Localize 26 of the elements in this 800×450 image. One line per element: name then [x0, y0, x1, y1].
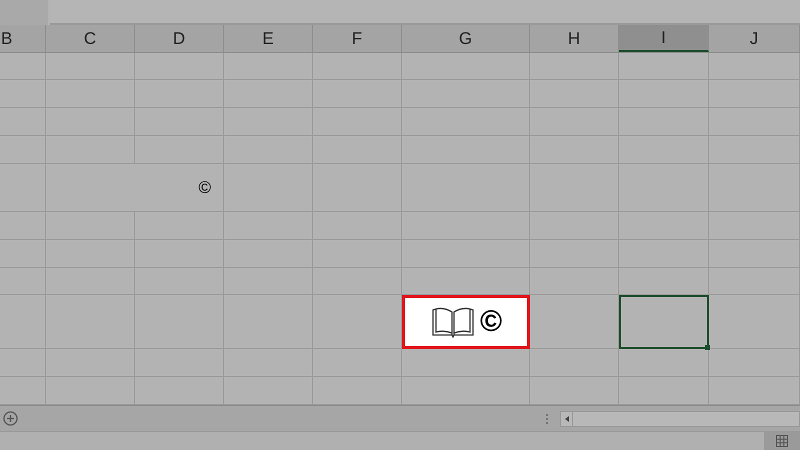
- table-cell: [0, 108, 46, 136]
- table-cell: [0, 295, 46, 349]
- column-header[interactable]: B: [0, 25, 46, 52]
- table-cell: [0, 268, 46, 295]
- normal-view-button[interactable]: [764, 432, 800, 450]
- column-header[interactable]: E: [224, 25, 313, 52]
- active-cell[interactable]: [619, 295, 709, 349]
- left-arrow-icon: [564, 416, 568, 422]
- cell-text: ©: [480, 307, 502, 337]
- table-cell: [0, 136, 46, 164]
- open-book-icon: [430, 306, 476, 338]
- horizontal-scrollbar[interactable]: [560, 410, 800, 426]
- column-header[interactable]: C: [46, 25, 135, 52]
- splitter-handle[interactable]: [546, 414, 548, 424]
- column-header[interactable]: I: [619, 25, 709, 52]
- table-cell: [0, 212, 46, 240]
- column-header[interactable]: J: [709, 25, 800, 52]
- table-cell: [0, 80, 46, 108]
- add-sheet-icon[interactable]: [3, 411, 18, 426]
- column-header[interactable]: F: [313, 25, 402, 52]
- table-cell: [0, 240, 46, 268]
- column-header[interactable]: G: [402, 25, 530, 52]
- table-cell-text: ©: [198, 176, 211, 199]
- table-cell: [0, 349, 46, 377]
- grid-icon: [776, 435, 788, 447]
- column-header[interactable]: D: [135, 25, 224, 52]
